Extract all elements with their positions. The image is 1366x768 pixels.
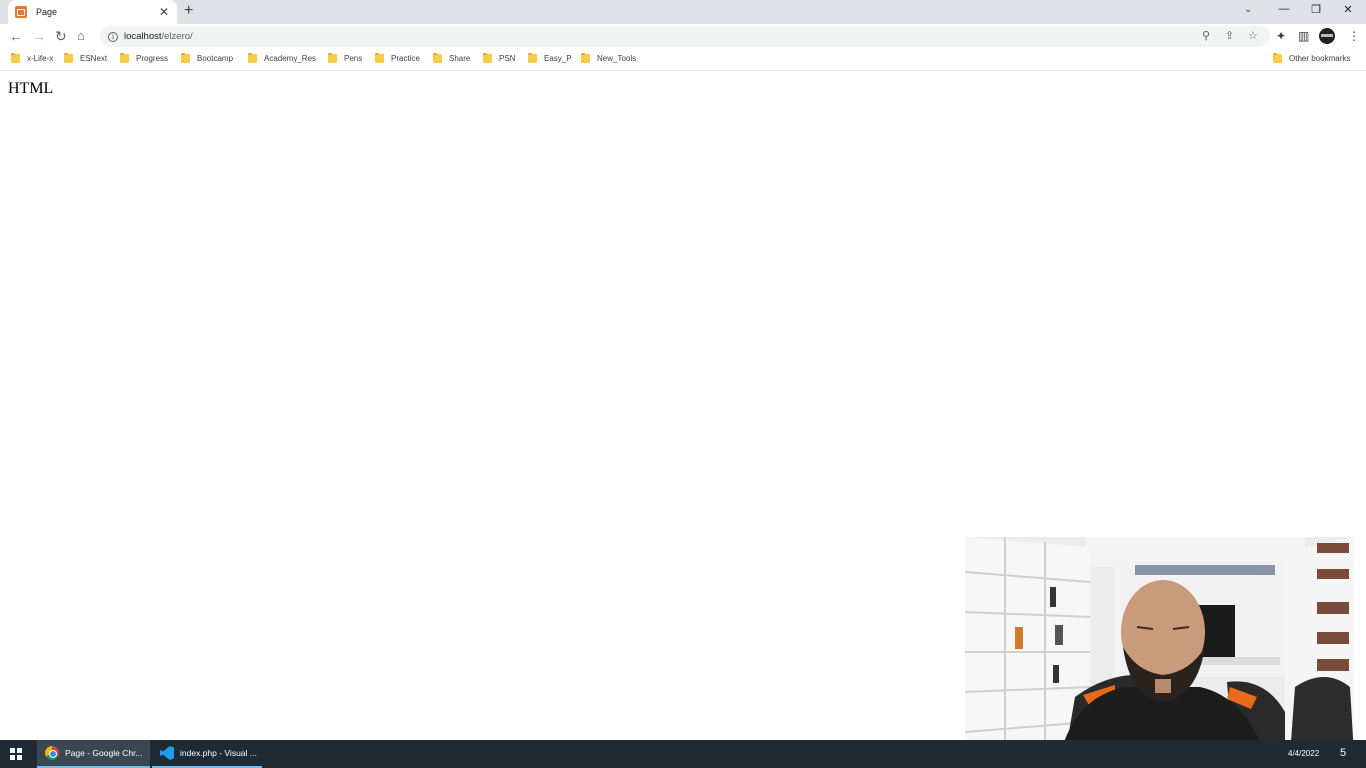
chrome-icon [45,746,59,760]
folder-icon [64,53,73,63]
bookmark-folder[interactable]: ESNext [64,53,108,63]
bookmark-label: Easy_P [544,54,572,63]
presenter-video-image [965,537,1354,755]
tab-title: Page [36,7,58,17]
folder-icon [1273,53,1282,63]
share-icon[interactable]: ⇪ [1225,29,1234,42]
zoom-icon[interactable]: ⚲ [1202,29,1210,42]
bookmarks-bar: x-Life-x ESNext Progress Bootcamp Academ… [0,49,1366,71]
bookmark-label: Practice [391,54,420,63]
browser-toolbar: ← → ↻ ⌂ i localhost/elzero/ ⚲ ⇪ ☆ ✦ ▥ ⋮ [0,24,1366,49]
bookmark-label: Bootcamp [197,54,234,63]
bookmark-label: Pens [344,54,363,63]
bookmark-label: Progress [136,54,169,63]
taskbar-date[interactable]: 4/4/2022 [1288,749,1319,758]
taskbar: Page - Google Chr... index.php - Visual … [0,740,1366,768]
info-icon[interactable]: i [108,31,118,42]
url-text[interactable]: localhost/elzero/ [124,31,193,42]
folder-icon [375,53,384,63]
vscode-icon [160,746,174,760]
reload-icon[interactable]: ↻ [55,28,67,44]
bookmark-folder[interactable]: Practice [375,53,420,63]
star-icon[interactable]: ☆ [1248,29,1258,42]
restore-button[interactable]: ❐ [1309,3,1323,16]
notification-center-icon[interactable]: 5 [1340,747,1346,759]
bookmark-folder[interactable]: Academy_Res [248,53,317,63]
bookmark-label: Academy_Res [264,54,317,63]
page-heading: HTML [8,80,54,97]
folder-icon [433,53,442,63]
windows-start-icon[interactable] [10,748,22,760]
bookmark-label: Other bookmarks [1289,54,1351,63]
bookmark-label: New_Tools [597,54,637,63]
tab-search-icon[interactable]: ⌄ [1244,4,1252,15]
folder-icon [581,53,590,63]
extensions-icon[interactable]: ✦ [1276,29,1286,43]
forward-icon[interactable]: → [32,28,46,44]
url-host: localhost [124,31,162,42]
bookmark-label: PSN [499,54,516,63]
bookmark-folder[interactable]: PSN [483,53,516,63]
home-icon[interactable]: ⌂ [77,28,85,44]
folder-icon [11,53,20,63]
other-bookmarks-folder[interactable]: Other bookmarks [1273,53,1351,63]
bookmark-folder[interactable]: New_Tools [581,53,637,63]
bookmark-folder[interactable]: Pens [328,53,363,63]
folder-icon [528,53,537,63]
browser-tab[interactable]: Page ✕ [8,0,177,24]
webcam-overlay [965,537,1354,755]
bookmark-folder[interactable]: Progress [120,53,169,63]
url-path: /elzero/ [161,31,193,42]
bookmark-label: ESNext [80,54,108,63]
page-favicon-icon [15,6,27,18]
folder-icon [181,53,190,63]
close-window-button[interactable]: ✕ [1341,3,1355,16]
folder-icon [483,53,492,63]
tab-strip: Page ✕ + ⌄ — ❐ ✕ [0,0,1366,24]
tab-close-icon[interactable]: ✕ [159,5,169,19]
address-bar[interactable]: i localhost/elzero/ ⚲ ⇪ ☆ [100,26,1270,47]
folder-icon [248,53,257,63]
taskbar-item-vscode[interactable]: index.php - Visual ... [152,740,262,768]
taskbar-item-label: Page - Google Chr... [65,748,143,758]
menu-icon[interactable]: ⋮ [1348,29,1360,43]
side-panel-icon[interactable]: ▥ [1298,29,1309,43]
folder-icon [328,53,337,63]
bookmark-label: Share [449,54,471,63]
profile-icon[interactable] [1319,28,1335,44]
folder-icon [120,53,129,63]
new-tab-button[interactable]: + [184,3,193,19]
bookmark-label: x-Life-x [27,54,54,63]
minimize-button[interactable]: — [1277,3,1291,15]
back-icon[interactable]: ← [9,28,23,44]
bookmark-folder[interactable]: Bootcamp [181,53,234,63]
bookmark-folder[interactable]: x-Life-x [11,53,54,63]
taskbar-item-label: index.php - Visual ... [180,748,257,758]
taskbar-item-chrome[interactable]: Page - Google Chr... [37,740,150,768]
bookmark-folder[interactable]: Share [433,53,471,63]
bookmark-folder[interactable]: Easy_P [528,53,572,63]
